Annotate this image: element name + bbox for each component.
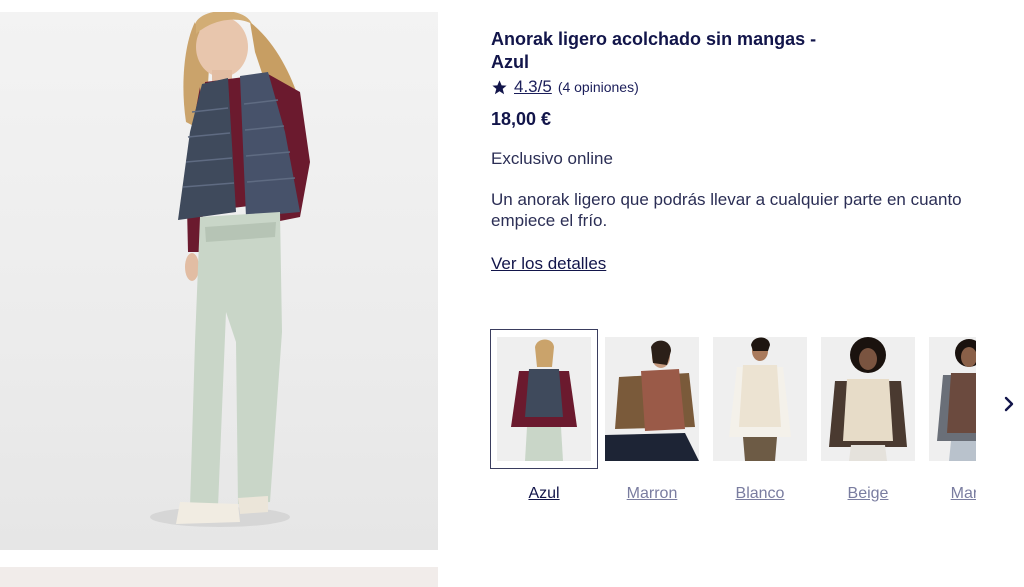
view-details-link[interactable]: Ver los detalles	[491, 254, 606, 274]
exclusive-online-label: Exclusivo online	[491, 149, 613, 168]
selected-frame	[490, 329, 598, 469]
swatch-model-image	[929, 337, 976, 461]
swatch-label: Marron	[626, 485, 678, 502]
swatch-thumbnail	[605, 337, 699, 461]
color-swatch-beige[interactable]: Beige	[814, 329, 922, 509]
product-price: 18,00 €	[491, 109, 552, 129]
review-count: (4 opiniones)	[557, 79, 639, 95]
star-icon	[491, 79, 508, 96]
swatch-model-image	[821, 337, 915, 461]
product-description: Un anorak ligero que podrás llevar a cua…	[491, 190, 962, 230]
product-title: Anorak ligero acolchado sin mangas - Azu…	[491, 29, 817, 72]
swatch-thumbnail	[821, 337, 915, 461]
model-illustration	[150, 12, 310, 527]
swatch-label: Beige	[847, 485, 889, 502]
swatch-label: Blanco	[735, 485, 785, 502]
color-swatch-blanco[interactable]: Blanco	[706, 329, 814, 509]
swatch-label: Azul	[528, 485, 560, 502]
product-main-image[interactable]	[0, 12, 438, 550]
chevron-right-icon[interactable]	[999, 394, 1019, 414]
color-swatch-marron[interactable]: Marron	[598, 329, 706, 509]
swatch-thumbnail	[929, 337, 976, 461]
swatch-model-image	[605, 337, 699, 461]
swatch-label: Marron	[950, 485, 976, 502]
color-swatch-marron-2[interactable]: Marron	[922, 329, 976, 509]
color-swatch-carousel: Azul Marron Blanco Beige Mar	[490, 329, 976, 509]
swatch-thumbnail	[713, 337, 807, 461]
color-swatch-azul[interactable]: Azul	[490, 329, 598, 509]
rating-value-link[interactable]: 4.3/5	[514, 77, 552, 97]
product-secondary-image[interactable]	[0, 567, 438, 587]
rating-row: 4.3/5 (4 opiniones)	[491, 76, 639, 98]
swatch-model-image	[713, 337, 807, 461]
